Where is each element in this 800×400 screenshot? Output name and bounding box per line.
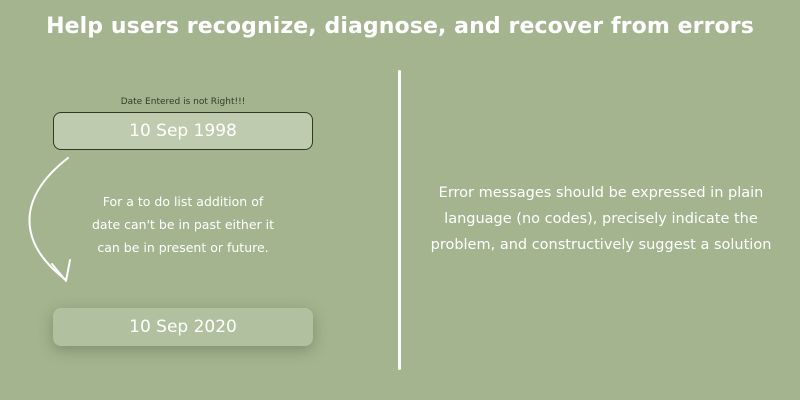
hint-text: For a to do list addition of date can't … xyxy=(91,194,275,255)
page-title: Help users recognize, diagnose, and reco… xyxy=(46,14,754,39)
correct-date-field[interactable]: 10 Sep 2020 xyxy=(53,308,313,346)
vertical-divider xyxy=(398,70,401,370)
arrow-head xyxy=(51,259,71,282)
wrong-date-field[interactable]: 10 Sep 1998 xyxy=(53,112,313,150)
correct-date-value: 10 Sep 2020 xyxy=(129,317,237,337)
wrong-date-value: 10 Sep 1998 xyxy=(129,121,237,141)
error-message: Date Entered is not Right!!! xyxy=(120,97,246,107)
arrow-curve xyxy=(28,157,69,281)
principle-text: Error messages should be expressed in pl… xyxy=(430,185,772,253)
